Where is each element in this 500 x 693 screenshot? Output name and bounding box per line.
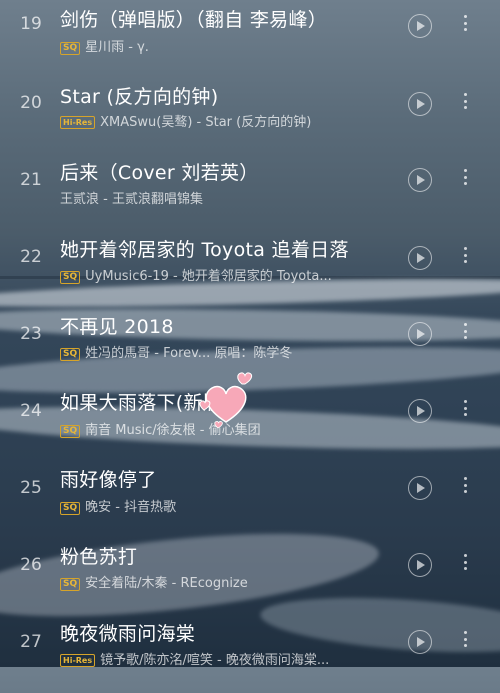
- quality-badge: Hi-Res: [60, 654, 96, 667]
- artist-album: 姓冯的馬哥 - Forev... 原唱：陈学冬: [85, 346, 293, 361]
- artist-album: UyMusic6-19 - 她开着邻居家的 Toyota...: [85, 269, 332, 284]
- song-title: 粉色苏打: [60, 546, 138, 568]
- song-subtitle: SQ 星川雨 - γ.: [60, 36, 400, 55]
- quality-badge: SQ: [60, 425, 81, 438]
- song-row[interactable]: 19 剑伤（弹唱版）（翻自 李易峰） SQ 星川雨 - γ.: [0, 0, 500, 76]
- play-circle-icon[interactable]: [408, 92, 432, 116]
- song-title: 她开着邻居家的 Toyota 追着日落: [60, 239, 349, 261]
- song-subtitle: Hi-Res XMASwu(吴骜) - Star (反方向的钟): [60, 111, 400, 130]
- song-subtitle: SQ 姓冯的馬哥 - Forev... 原唱：陈学冬: [60, 342, 400, 361]
- song-row[interactable]: 21 后来（Cover 刘若英） 王贰浪 - 王贰浪翻唱锦集: [0, 154, 500, 230]
- more-vertical-icon[interactable]: [462, 245, 468, 267]
- quality-badge: SQ: [60, 271, 81, 284]
- more-vertical-icon[interactable]: [462, 475, 468, 497]
- song-row[interactable]: 27 晚夜微雨问海棠 Hi-Res 镜予歌/陈亦洺/喧笑 - 晚夜微雨问海棠...: [0, 617, 500, 693]
- hearts-icon: [199, 372, 253, 429]
- song-title: 剑伤（弹唱版）（翻自 李易峰）: [60, 9, 328, 31]
- song-row[interactable]: 26 粉色苏打 SQ 安全着陆/木秦 - REcognize: [0, 540, 500, 616]
- track-number: 25: [20, 478, 42, 498]
- song-title: 不再见 2018: [60, 316, 174, 338]
- song-subtitle: SQ 安全着陆/木秦 - REcognize: [60, 572, 400, 591]
- artist-album: 安全着陆/木秦 - REcognize: [85, 576, 248, 591]
- track-number: 21: [20, 170, 42, 190]
- more-vertical-icon[interactable]: [462, 398, 468, 420]
- more-vertical-icon[interactable]: [462, 629, 468, 651]
- track-number: 27: [20, 632, 42, 652]
- play-circle-icon[interactable]: [408, 553, 432, 577]
- quality-badge: SQ: [60, 578, 81, 591]
- artist-album: 星川雨 - γ.: [85, 40, 149, 55]
- more-vertical-icon[interactable]: [462, 91, 468, 113]
- song-title: 雨好像停了: [60, 469, 157, 491]
- play-circle-icon[interactable]: [408, 322, 432, 346]
- track-number: 20: [20, 93, 42, 113]
- play-circle-icon[interactable]: [408, 399, 432, 423]
- song-subtitle: SQ 晚安 - 抖音热歌: [60, 496, 400, 515]
- quality-badge: SQ: [60, 42, 81, 55]
- track-number: 22: [20, 247, 42, 267]
- song-title: Star (反方向的钟): [60, 86, 219, 108]
- track-number: 24: [20, 401, 42, 421]
- song-row[interactable]: 22 她开着邻居家的 Toyota 追着日落 SQ UyMusic6-19 - 她…: [0, 231, 500, 307]
- track-number: 23: [20, 324, 42, 344]
- song-subtitle: 王贰浪 - 王贰浪翻唱锦集: [60, 188, 400, 207]
- artist-album: 镜予歌/陈亦洺/喧笑 - 晚夜微雨问海棠...: [100, 653, 330, 668]
- more-vertical-icon[interactable]: [462, 167, 468, 189]
- track-number: 19: [20, 14, 42, 34]
- more-vertical-icon[interactable]: [462, 13, 468, 35]
- artist-album: 王贰浪 - 王贰浪翻唱锦集: [60, 192, 203, 207]
- quality-badge: Hi-Res: [60, 116, 96, 129]
- quality-badge: SQ: [60, 502, 81, 515]
- song-subtitle: Hi-Res 镜予歌/陈亦洺/喧笑 - 晚夜微雨问海棠...: [60, 649, 400, 668]
- more-vertical-icon[interactable]: [462, 321, 468, 343]
- play-circle-icon[interactable]: [408, 476, 432, 500]
- play-circle-icon[interactable]: [408, 14, 432, 38]
- play-circle-icon[interactable]: [408, 246, 432, 270]
- quality-badge: SQ: [60, 348, 81, 361]
- song-title: 后来（Cover 刘若英）: [60, 162, 259, 184]
- hearts-sticker-icon: [196, 372, 256, 432]
- track-number: 26: [20, 555, 42, 575]
- song-row[interactable]: 25 雨好像停了 SQ 晚安 - 抖音热歌: [0, 463, 500, 539]
- artist-album: XMASwu(吴骜) - Star (反方向的钟): [100, 115, 312, 130]
- play-circle-icon[interactable]: [408, 168, 432, 192]
- artist-album: 晚安 - 抖音热歌: [85, 500, 177, 515]
- song-subtitle: SQ UyMusic6-19 - 她开着邻居家的 Toyota...: [60, 265, 400, 284]
- song-row[interactable]: 20 Star (反方向的钟) Hi-Res XMASwu(吴骜) - Star …: [0, 77, 500, 153]
- play-circle-icon[interactable]: [408, 630, 432, 654]
- more-vertical-icon[interactable]: [462, 552, 468, 574]
- song-title: 晚夜微雨问海棠: [60, 623, 196, 645]
